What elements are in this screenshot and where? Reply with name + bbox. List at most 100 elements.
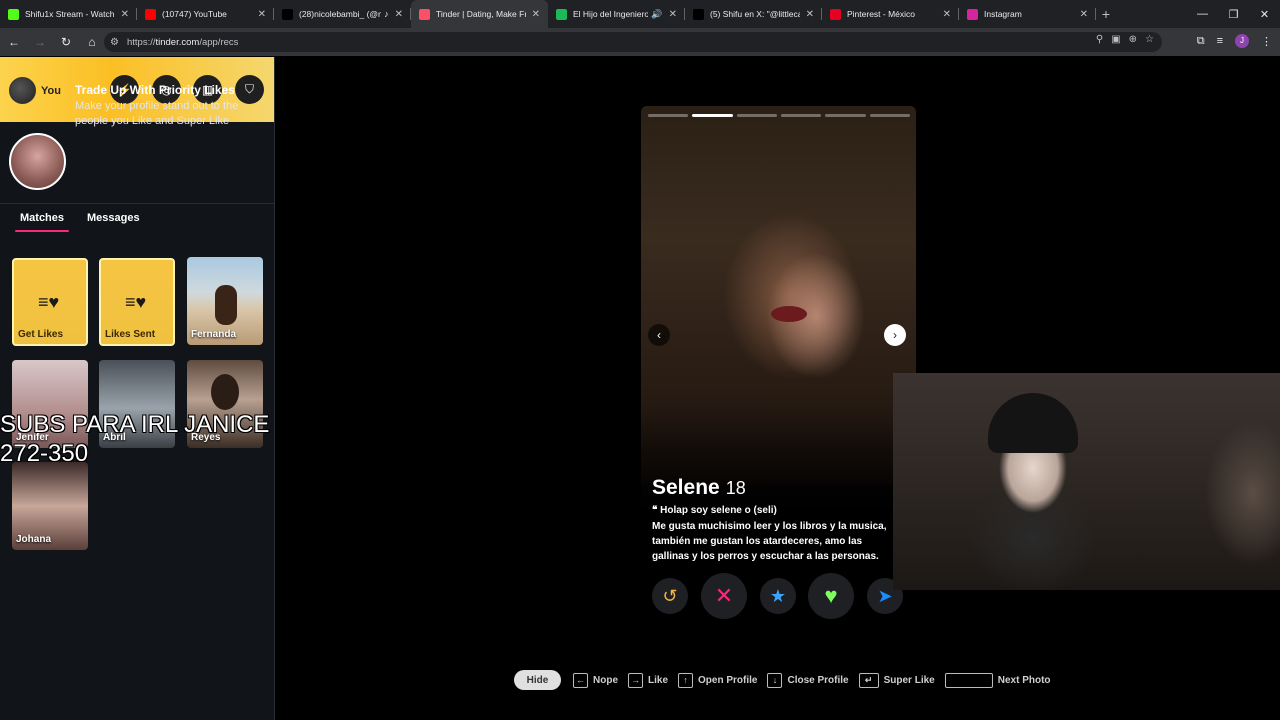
photo-progress-segment[interactable]: [825, 114, 866, 117]
tab-audio-icon[interactable]: 🔊: [651, 9, 662, 20]
browser-tab[interactable]: El Hijo del Ingeniero - 🔊 ✕: [548, 0, 685, 28]
browser-tab-bar: Shifu1x Stream - Watch Li ✕ (10747) YouTub…: [0, 0, 1280, 28]
forward-icon[interactable]: →: [28, 35, 52, 49]
extensions-icon[interactable]: ⧉: [1197, 35, 1205, 48]
next-photo-icon[interactable]: ›: [884, 324, 906, 346]
close-tab-icon[interactable]: ✕: [943, 9, 951, 20]
tab-favicon-icon: [830, 8, 841, 20]
photo-progress: [648, 114, 910, 117]
get-likes-card[interactable]: ≡♥ Get Likes: [12, 258, 88, 346]
close-tab-icon[interactable]: ✕: [532, 9, 540, 20]
bio-first-text: Holap soy selene o (seli): [660, 505, 777, 516]
close-tab-icon[interactable]: ✕: [395, 9, 403, 20]
hint-nope: ← Nope: [573, 672, 618, 688]
browser-tab[interactable]: Pinterest - México ✕: [822, 0, 959, 28]
photo-progress-segment[interactable]: [692, 114, 733, 117]
previous-photo-icon[interactable]: ‹: [648, 324, 670, 346]
menu-icon[interactable]: ⋮: [1261, 35, 1272, 48]
close-tab-icon[interactable]: ✕: [258, 9, 266, 20]
user-avatar[interactable]: [9, 77, 36, 104]
profile-name-row[interactable]: Selene 18: [652, 476, 746, 500]
close-tab-icon[interactable]: ✕: [669, 9, 677, 20]
tab-audio-icon[interactable]: ♪: [384, 9, 389, 19]
close-tab-icon[interactable]: ✕: [121, 9, 129, 20]
hint-label: Super Like: [883, 674, 935, 686]
photo-progress-segment[interactable]: [869, 114, 910, 117]
new-tab-button[interactable]: +: [1096, 6, 1116, 22]
close-tab-icon[interactable]: ✕: [1080, 9, 1088, 20]
zoom-icon[interactable]: ⊕: [1129, 34, 1137, 45]
match-card[interactable]: Johana: [12, 462, 88, 550]
tab-title: (28)nicolebambi_ (@nicol: [299, 9, 382, 19]
bio-first-line: ❝ Holap soy selene o (seli): [652, 505, 777, 516]
tab-favicon-icon: [8, 8, 19, 20]
tab-matches[interactable]: Matches: [20, 212, 64, 224]
bookmark-star-icon[interactable]: ☆: [1145, 34, 1154, 45]
tab-title: (10747) YouTube: [162, 9, 227, 19]
stream-overlay-text: SUBS PARA IRL JANICE 272-350: [0, 410, 269, 468]
priority-likes-promo[interactable]: [0, 122, 274, 204]
like-button[interactable]: ♥: [808, 573, 854, 619]
match-photo: [211, 374, 239, 410]
nope-x-icon: ✕: [714, 583, 734, 608]
media-icon[interactable]: ≡: [1217, 35, 1223, 47]
photo-progress-segment[interactable]: [780, 114, 822, 117]
match-card[interactable]: Fernanda: [187, 257, 263, 345]
rewind-button[interactable]: ↺: [652, 578, 688, 614]
star-icon: ★: [769, 585, 787, 606]
browser-tab[interactable]: Tinder | Dating, Make Frie ✕: [411, 0, 548, 28]
rewind-icon: ↺: [662, 585, 678, 606]
hide-hints-button[interactable]: Hide: [514, 670, 561, 690]
swipe-actions: ↺ ✕ ★ ♥ ➤: [641, 573, 916, 619]
extension-icons: ⧉ ≡ J ⋮: [1197, 34, 1272, 48]
browser-tab[interactable]: Instagram ✕: [959, 0, 1096, 28]
active-tab-underline: [15, 230, 69, 232]
nope-button[interactable]: ✕: [701, 573, 747, 619]
match-photo: [215, 285, 237, 325]
bio-body: Me gusta muchisimo leer y los libros y l…: [652, 521, 887, 562]
browser-tab[interactable]: (5) Shifu en X: "@littlecac ✕: [685, 0, 822, 28]
browser-tab[interactable]: (10747) YouTube ✕: [137, 0, 274, 28]
hint-super-like: ↵ Super Like: [858, 672, 935, 688]
sidebar: You ⚡ ◎ ▥ ⛉ Trade Up With Priority Likes…: [0, 57, 275, 720]
tab-title: Shifu1x Stream - Watch Li: [25, 9, 115, 19]
restore-icon[interactable]: ❐: [1218, 8, 1249, 21]
profile-avatar-icon[interactable]: J: [1235, 34, 1249, 48]
card-label: Johana: [16, 534, 52, 545]
close-tab-icon[interactable]: ✕: [806, 9, 814, 20]
browser-tab[interactable]: (28)nicolebambi_ (@nicol♪ ✕: [274, 0, 411, 28]
photo-detail: [771, 306, 807, 322]
super-like-button[interactable]: ★: [760, 578, 796, 614]
minimize-icon[interactable]: —: [1187, 8, 1218, 20]
card-label: Get Likes: [18, 329, 64, 340]
up-arrow-key-icon: ↑: [678, 672, 694, 688]
reload-icon[interactable]: ↻: [54, 35, 78, 49]
likes-heart-icon: ≡♥: [38, 292, 60, 312]
tab-messages[interactable]: Messages: [87, 212, 140, 224]
hint-label: Open Profile: [698, 674, 758, 686]
likes-sent-card[interactable]: ≡♥ Likes Sent: [99, 258, 175, 346]
install-app-icon[interactable]: ▣: [1111, 34, 1120, 45]
user-label[interactable]: You: [41, 85, 61, 97]
url-text: https://tinder.com/app/recs: [126, 36, 239, 48]
profile-card[interactable]: ‹ › Selene 18 ❝ Holap soy selene o (seli…: [641, 106, 916, 624]
hint-like: → Like: [628, 672, 668, 688]
quote-icon: ❝: [652, 505, 661, 516]
back-icon[interactable]: ←: [2, 35, 26, 49]
tab-separator: [1095, 8, 1096, 20]
photo-progress-segment[interactable]: [736, 114, 777, 117]
tab-title: Pinterest - México: [847, 9, 916, 19]
profile-age: 18: [725, 478, 746, 498]
heart-icon: ♥: [824, 583, 838, 608]
photo-progress-segment[interactable]: [648, 114, 689, 117]
tab-title: El Hijo del Ingeniero -: [573, 9, 649, 19]
location-icon[interactable]: ⚲: [1096, 34, 1103, 45]
likes-heart-icon: ≡♥: [125, 292, 147, 312]
site-info-icon[interactable]: ⚙: [110, 37, 119, 48]
home-icon[interactable]: ⌂: [80, 35, 104, 49]
address-bar[interactable]: ⚙ https://tinder.com/app/recs ⚲ ▣ ⊕ ☆: [104, 32, 1162, 52]
close-window-icon[interactable]: ✕: [1249, 8, 1280, 21]
browser-tab[interactable]: Shifu1x Stream - Watch Li ✕: [0, 0, 137, 28]
tab-favicon-icon: [967, 8, 978, 20]
space-key-icon: [944, 672, 993, 688]
